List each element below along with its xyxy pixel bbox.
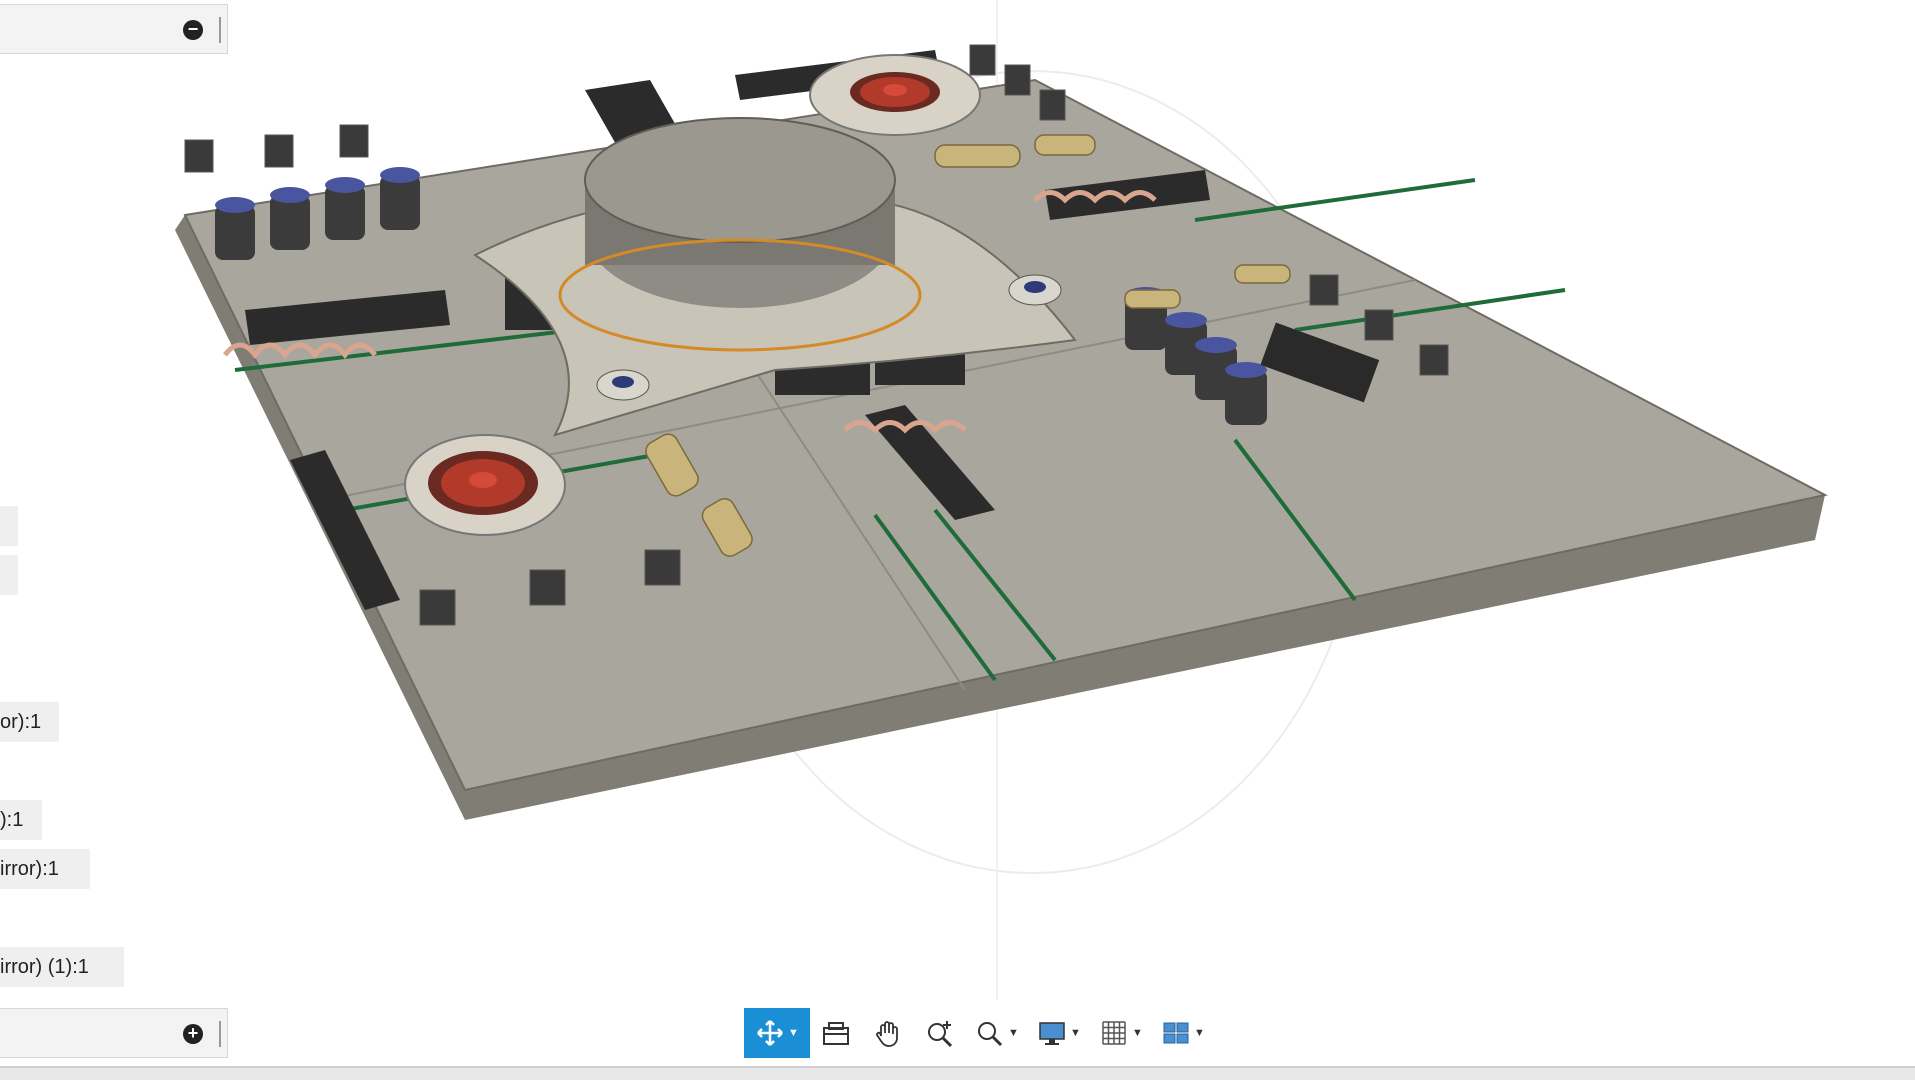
tree-item-label: irror):1 [0, 858, 59, 880]
tree-item-stub[interactable] [0, 506, 18, 546]
tree-item-label: ):1 [0, 809, 24, 831]
tree-item-label: irror) (1):1 [0, 956, 89, 978]
viewports-button[interactable]: ▼ [1152, 1008, 1214, 1058]
fit-zoom-button[interactable]: ▼ [966, 1008, 1028, 1058]
fan [404, 434, 566, 536]
tree-item[interactable]: irror):1 [0, 849, 90, 889]
zoom-window-button[interactable] [914, 1008, 966, 1058]
look-at-button[interactable] [810, 1008, 862, 1058]
fan [809, 54, 981, 136]
tree-item[interactable]: irror) (1):1 [0, 947, 124, 987]
orbit-button[interactable]: ▼ [744, 1008, 810, 1058]
zoom-window-icon [928, 1021, 953, 1048]
tree-item-stub[interactable] [0, 555, 18, 595]
chevron-down-icon[interactable]: ▼ [788, 1027, 799, 1039]
display-settings-icon [1039, 1022, 1065, 1045]
display-settings-button[interactable]: ▼ [1028, 1008, 1090, 1058]
pan-icon [876, 1021, 898, 1047]
tree-item[interactable]: or):1 [0, 702, 59, 742]
tree-item[interactable]: ):1 [0, 800, 42, 840]
tree-item-label: or):1 [0, 711, 42, 733]
comments-panel-header[interactable]: + [0, 1008, 228, 1058]
expand-icon[interactable]: + [183, 1024, 203, 1044]
chevron-down-icon[interactable]: ▼ [1194, 1027, 1205, 1039]
navigation-toolbar: ▼ ▼ ▼ ▼ ▼ [744, 1008, 1214, 1058]
status-bar [0, 1066, 1915, 1080]
canvas-viewport[interactable]: − or):1 ):1 irror):1 irror) (1):1 + ▼ ▼ … [0, 0, 1915, 1066]
pcb-3d-model[interactable] [175, 40, 1835, 840]
grid-button[interactable]: ▼ [1090, 1008, 1152, 1058]
chevron-down-icon[interactable]: ▼ [1132, 1027, 1143, 1039]
chevron-down-icon[interactable]: ▼ [1008, 1027, 1019, 1039]
grid-icon [1102, 1021, 1126, 1045]
fit-zoom-icon [978, 1022, 1003, 1047]
pan-button[interactable] [862, 1008, 914, 1058]
collapse-icon[interactable]: − [183, 20, 203, 40]
resize-grip-icon[interactable] [219, 1021, 221, 1047]
chevron-down-icon[interactable]: ▼ [1070, 1027, 1081, 1039]
viewports-icon [1163, 1022, 1189, 1044]
orbit-icon [757, 1020, 783, 1046]
look-at-icon [823, 1022, 849, 1045]
